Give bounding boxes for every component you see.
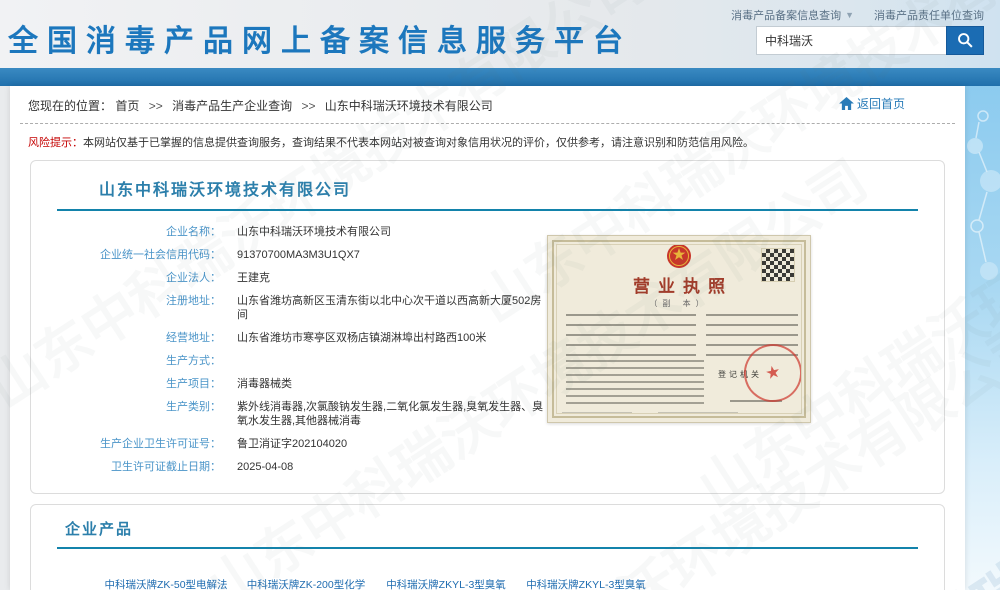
field-label: 生产项目： <box>31 377 221 391</box>
main-content: 您现在的位置： 首页 >> 消毒产品生产企业查询 >> 山东中科瑞沃环境技术有限… <box>10 86 965 590</box>
license-footer-line <box>658 412 738 415</box>
field-row-license-expiry-date: 卫生许可证截止日期： 2025-04-08 <box>31 460 944 474</box>
field-label: 企业名称： <box>31 225 221 239</box>
product-link-zkyl3-uv[interactable]: 中科瑞沃牌ZKYL-3型臭氧紫外线消毒器 <box>523 577 649 590</box>
breadcrumb-separator: >> <box>301 99 315 113</box>
license-subtitle: （副 本） <box>548 298 810 309</box>
field-label: 生产企业卫生许可证号： <box>31 437 221 451</box>
product-link-zk200[interactable]: 中科瑞沃牌ZK-200型化学法二氧化氯发生器 <box>243 577 369 590</box>
risk-notice-text: 本网站仅基于已掌握的信息提供查询服务，查询结果不代表本网站对被查询对象信用状况的… <box>83 137 754 149</box>
home-icon <box>839 97 854 110</box>
license-qr-code <box>762 249 794 281</box>
field-label: 生产方式： <box>31 354 221 368</box>
product-list: 中科瑞沃牌ZK-50型电解法次氯酸钠发生器 中科瑞沃牌ZK-200型化学法二氧化… <box>31 563 944 590</box>
field-value: 王建克 <box>237 271 270 285</box>
section-divider <box>57 547 918 549</box>
product-link-zk50[interactable]: 中科瑞沃牌ZK-50型电解法次氯酸钠发生器 <box>103 577 229 590</box>
field-label: 生产类别： <box>31 400 221 428</box>
app-title: 全国消毒产品网上备案信息服务平台 <box>8 16 632 60</box>
chevron-down-icon: ▼ <box>845 10 854 20</box>
license-footer-line <box>562 412 632 415</box>
license-title: 营业执照 <box>548 272 810 297</box>
section-divider <box>57 209 918 211</box>
back-home-label: 返回首页 <box>857 95 905 112</box>
field-value: 91370700MA3M3U1QX7 <box>237 248 360 262</box>
company-info-panel: 山东中科瑞沃环境技术有限公司 企业名称： 山东中科瑞沃环境技术有限公司 企业统一… <box>30 160 945 494</box>
breadcrumb: 您现在的位置： 首页 >> 消毒产品生产企业查询 >> 山东中科瑞沃环境技术有限… <box>10 86 965 123</box>
license-seal: ★ <box>739 339 808 408</box>
risk-notice-prefix: 风险提示： <box>28 137 83 149</box>
breadcrumb-item-company-query[interactable]: 消毒产品生产企业查询 <box>172 99 292 113</box>
molecule-icon <box>965 86 1000 386</box>
field-label: 卫生许可证截止日期： <box>31 460 221 474</box>
back-home-link[interactable]: 返回首页 <box>839 95 905 112</box>
product-link-zkyl3-ozone[interactable]: 中科瑞沃牌ZKYL-3型臭氧发生器 <box>383 577 509 590</box>
breadcrumb-item-home[interactable]: 首页 <box>115 99 139 113</box>
field-value: 鲁卫消证字202104020 <box>237 437 347 451</box>
field-label: 企业统一社会信用代码： <box>31 248 221 262</box>
search-input[interactable] <box>756 26 946 55</box>
license-date-line <box>730 400 782 404</box>
field-label: 注册地址： <box>31 294 221 322</box>
field-value: 山东省潍坊市寒亭区双杨店镇湖淋埠出村路西100米 <box>237 331 486 345</box>
license-issuer-label: 登记机关 <box>718 369 762 380</box>
field-value: 山东中科瑞沃环境技术有限公司 <box>237 225 391 239</box>
company-title: 山东中科瑞沃环境技术有限公司 <box>31 161 944 209</box>
field-label: 经营地址： <box>31 331 221 345</box>
products-panel: 企业产品 中科瑞沃牌ZK-50型电解法次氯酸钠发生器 中科瑞沃牌ZK-200型化… <box>30 504 945 590</box>
field-value: 消毒器械类 <box>237 377 292 391</box>
breadcrumb-item-company: 山东中科瑞沃环境技术有限公司 <box>325 99 493 113</box>
risk-notice: 风险提示：本网站仅基于已掌握的信息提供查询服务，查询结果不代表本网站对被查询对象… <box>10 124 965 155</box>
search-bar <box>756 26 984 55</box>
nav-link-responsible-unit-query[interactable]: 消毒产品责任单位查询 <box>874 7 984 23</box>
products-title: 企业产品 <box>31 505 944 547</box>
search-button[interactable] <box>946 26 984 55</box>
field-value: 紫外线消毒器,次氯酸钠发生器,二氧化氯发生器,臭氧发生器、臭氧水发生器,其他器械… <box>237 400 552 428</box>
field-label: 企业法人： <box>31 271 221 285</box>
blue-divider-bar <box>0 68 1000 86</box>
license-text-lines <box>706 314 798 356</box>
molecule-pattern-background <box>965 86 1000 590</box>
field-value: 山东省潍坊高新区玉清东街以北中心次干道以西高新大厦502房间 <box>237 294 552 322</box>
top-nav: 消毒产品备案信息查询 ▼ 消毒产品责任单位查询 <box>731 7 984 23</box>
license-text-lines <box>566 360 704 406</box>
national-emblem-icon <box>666 243 692 269</box>
search-icon <box>957 32 974 49</box>
breadcrumb-prefix: 您现在的位置： <box>28 99 112 113</box>
license-text-lines <box>566 314 696 356</box>
breadcrumb-separator: >> <box>149 99 163 113</box>
nav-link-filing-info-query[interactable]: 消毒产品备案信息查询 ▼ <box>731 7 854 23</box>
field-row-hygiene-license-no: 生产企业卫生许可证号： 鲁卫消证字202104020 <box>31 437 944 451</box>
business-license-image: 营业执照 （副 本） 登记机关 ★ <box>547 235 811 423</box>
page-header: 全国消毒产品网上备案信息服务平台 消毒产品备案信息查询 ▼ 消毒产品责任单位查询 <box>0 0 1000 68</box>
field-value: 2025-04-08 <box>237 460 293 474</box>
